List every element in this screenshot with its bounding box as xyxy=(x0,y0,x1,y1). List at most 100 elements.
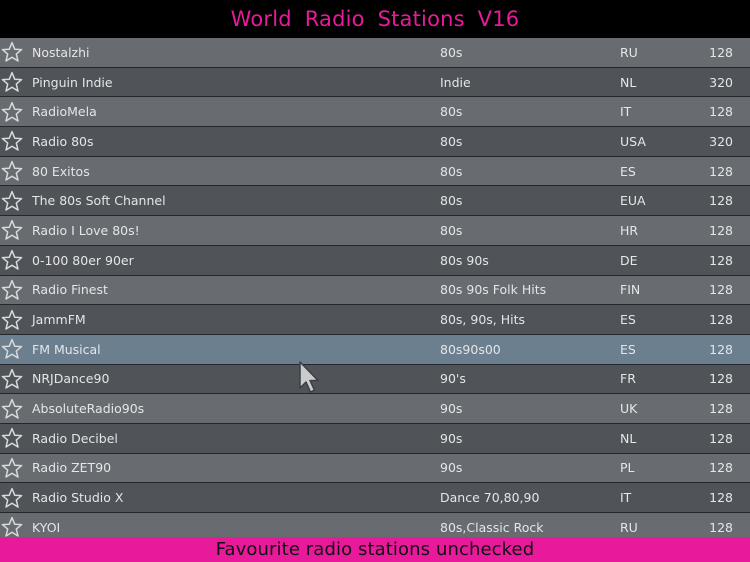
station-country: NL xyxy=(620,430,637,446)
station-country: ES xyxy=(620,312,636,328)
station-name: NRJDance90 xyxy=(32,371,110,387)
favourite-star-icon[interactable] xyxy=(0,68,24,97)
station-genre: Dance 70,80,90 xyxy=(440,490,540,506)
title-bar: World Radio Stations V16 xyxy=(0,0,750,38)
station-genre: 80s xyxy=(440,104,463,120)
favourite-star-icon[interactable] xyxy=(0,483,24,512)
station-name: KYOI xyxy=(32,519,61,535)
station-genre: 80s 90s xyxy=(440,252,489,268)
station-bitrate: 128 xyxy=(709,282,733,298)
station-name: 0-100 80er 90er xyxy=(32,252,134,268)
station-genre: 80s,Classic Rock xyxy=(440,519,544,535)
station-row[interactable]: NRJDance90 90's FR 128 xyxy=(0,364,750,395)
station-row[interactable]: FM Musical 80s90s00 ES 128 xyxy=(0,334,750,365)
favourite-star-icon[interactable] xyxy=(0,186,24,215)
station-row[interactable]: Pinguin Indie Indie NL 320 xyxy=(0,67,750,98)
favourite-star-icon[interactable] xyxy=(0,246,24,275)
station-genre: 80s xyxy=(440,193,463,209)
favourite-star-icon[interactable] xyxy=(0,424,24,453)
station-genre: 90's xyxy=(440,371,466,387)
station-name: FM Musical xyxy=(32,341,101,357)
station-country: PL xyxy=(620,460,635,476)
favourite-star-icon[interactable] xyxy=(0,365,24,394)
station-row[interactable]: Radio ZET90 90s PL 128 xyxy=(0,453,750,484)
station-row[interactable]: JammFM 80s, 90s, Hits ES 128 xyxy=(0,305,750,335)
station-bitrate: 128 xyxy=(709,222,733,238)
station-genre: 80s xyxy=(440,222,463,238)
station-name: Pinguin Indie xyxy=(32,74,113,90)
station-bitrate: 320 xyxy=(709,74,733,90)
station-row[interactable]: Radio Finest 80s 90s Folk Hits FIN 128 xyxy=(0,275,750,306)
station-genre: 80s, 90s, Hits xyxy=(440,312,526,328)
station-row[interactable]: Radio Decibel 90s NL 128 xyxy=(0,423,750,454)
station-country: ES xyxy=(620,341,636,357)
station-bitrate: 128 xyxy=(709,44,733,60)
station-genre: 90s xyxy=(440,430,463,446)
station-bitrate: 320 xyxy=(709,133,733,149)
favourite-star-icon[interactable] xyxy=(0,97,24,126)
station-genre: 90s xyxy=(440,460,463,476)
station-country: RU xyxy=(620,519,638,535)
station-genre: Indie xyxy=(440,74,471,90)
station-bitrate: 128 xyxy=(709,252,733,268)
station-country: IT xyxy=(620,104,632,120)
station-name: AbsoluteRadio90s xyxy=(32,401,145,417)
station-name: Radio ZET90 xyxy=(32,460,112,476)
station-country: UK xyxy=(620,401,638,417)
favourite-star-icon[interactable] xyxy=(0,513,24,537)
station-name: Radio Studio X xyxy=(32,490,124,506)
station-list[interactable]: Nostalzhi 80s RU 128 Pinguin Indie Indie NL 320… xyxy=(0,38,750,537)
favourite-star-icon[interactable] xyxy=(0,276,24,305)
station-name: Radio I Love 80s! xyxy=(32,222,140,238)
station-country: ES xyxy=(620,163,636,179)
station-bitrate: 128 xyxy=(709,401,733,417)
station-name: Radio Finest xyxy=(32,282,108,298)
station-country: DE xyxy=(620,252,638,268)
favourite-star-icon[interactable] xyxy=(0,157,24,186)
station-bitrate: 128 xyxy=(709,341,733,357)
favourite-star-icon[interactable] xyxy=(0,127,24,156)
station-country: IT xyxy=(620,490,632,506)
station-row[interactable]: Radio I Love 80s! 80s HR 128 xyxy=(0,216,750,246)
station-row[interactable]: KYOI 80s,Classic Rock RU 128 xyxy=(0,513,750,537)
station-country: HR xyxy=(620,222,639,238)
station-row[interactable]: RadioMela 80s IT 128 xyxy=(0,97,750,128)
favourite-star-icon[interactable] xyxy=(0,454,24,483)
station-row[interactable]: AbsoluteRadio90s 90s UK 128 xyxy=(0,394,750,424)
station-bitrate: 128 xyxy=(709,371,733,387)
station-name: Radio 80s xyxy=(32,133,94,149)
favourite-star-icon[interactable] xyxy=(0,394,24,423)
app-window: World Radio Stations V16 Nostalzhi 80s RU 1… xyxy=(0,0,750,562)
station-genre: 80s 90s Folk Hits xyxy=(440,282,547,298)
station-bitrate: 128 xyxy=(709,519,733,535)
station-row[interactable]: 0-100 80er 90er 80s 90s DE 128 xyxy=(0,245,750,276)
status-text: Favourite radio stations unchecked xyxy=(215,539,535,560)
station-name: Nostalzhi xyxy=(32,44,90,60)
favourite-star-icon[interactable] xyxy=(0,38,24,67)
station-country: EUA xyxy=(620,193,646,209)
station-genre: 90s xyxy=(440,401,463,417)
favourite-star-icon[interactable] xyxy=(0,216,24,245)
station-bitrate: 128 xyxy=(709,163,733,179)
station-name: RadioMela xyxy=(32,104,97,120)
station-row[interactable]: Radio Studio X Dance 70,80,90 IT 128 xyxy=(0,483,750,513)
station-country: NL xyxy=(620,74,637,90)
station-row[interactable]: Nostalzhi 80s RU 128 xyxy=(0,38,750,68)
station-country: RU xyxy=(620,44,638,60)
station-bitrate: 128 xyxy=(709,104,733,120)
station-country: USA xyxy=(620,133,646,149)
station-bitrate: 128 xyxy=(709,193,733,209)
station-row[interactable]: The 80s Soft Channel 80s EUA 128 xyxy=(0,186,750,217)
station-row[interactable]: Radio 80s 80s USA 320 xyxy=(0,127,750,157)
station-genre: 80s xyxy=(440,44,463,60)
favourite-star-icon[interactable] xyxy=(0,335,24,364)
station-row[interactable]: 80 Exitos 80s ES 128 xyxy=(0,156,750,187)
station-genre: 80s xyxy=(440,133,463,149)
station-bitrate: 128 xyxy=(709,430,733,446)
favourite-star-icon[interactable] xyxy=(0,305,24,334)
station-name: JammFM xyxy=(32,312,86,328)
station-name: Radio Decibel xyxy=(32,430,118,446)
station-country: FIN xyxy=(620,282,641,298)
station-genre: 80s90s00 xyxy=(440,341,501,357)
station-name: The 80s Soft Channel xyxy=(32,193,166,209)
